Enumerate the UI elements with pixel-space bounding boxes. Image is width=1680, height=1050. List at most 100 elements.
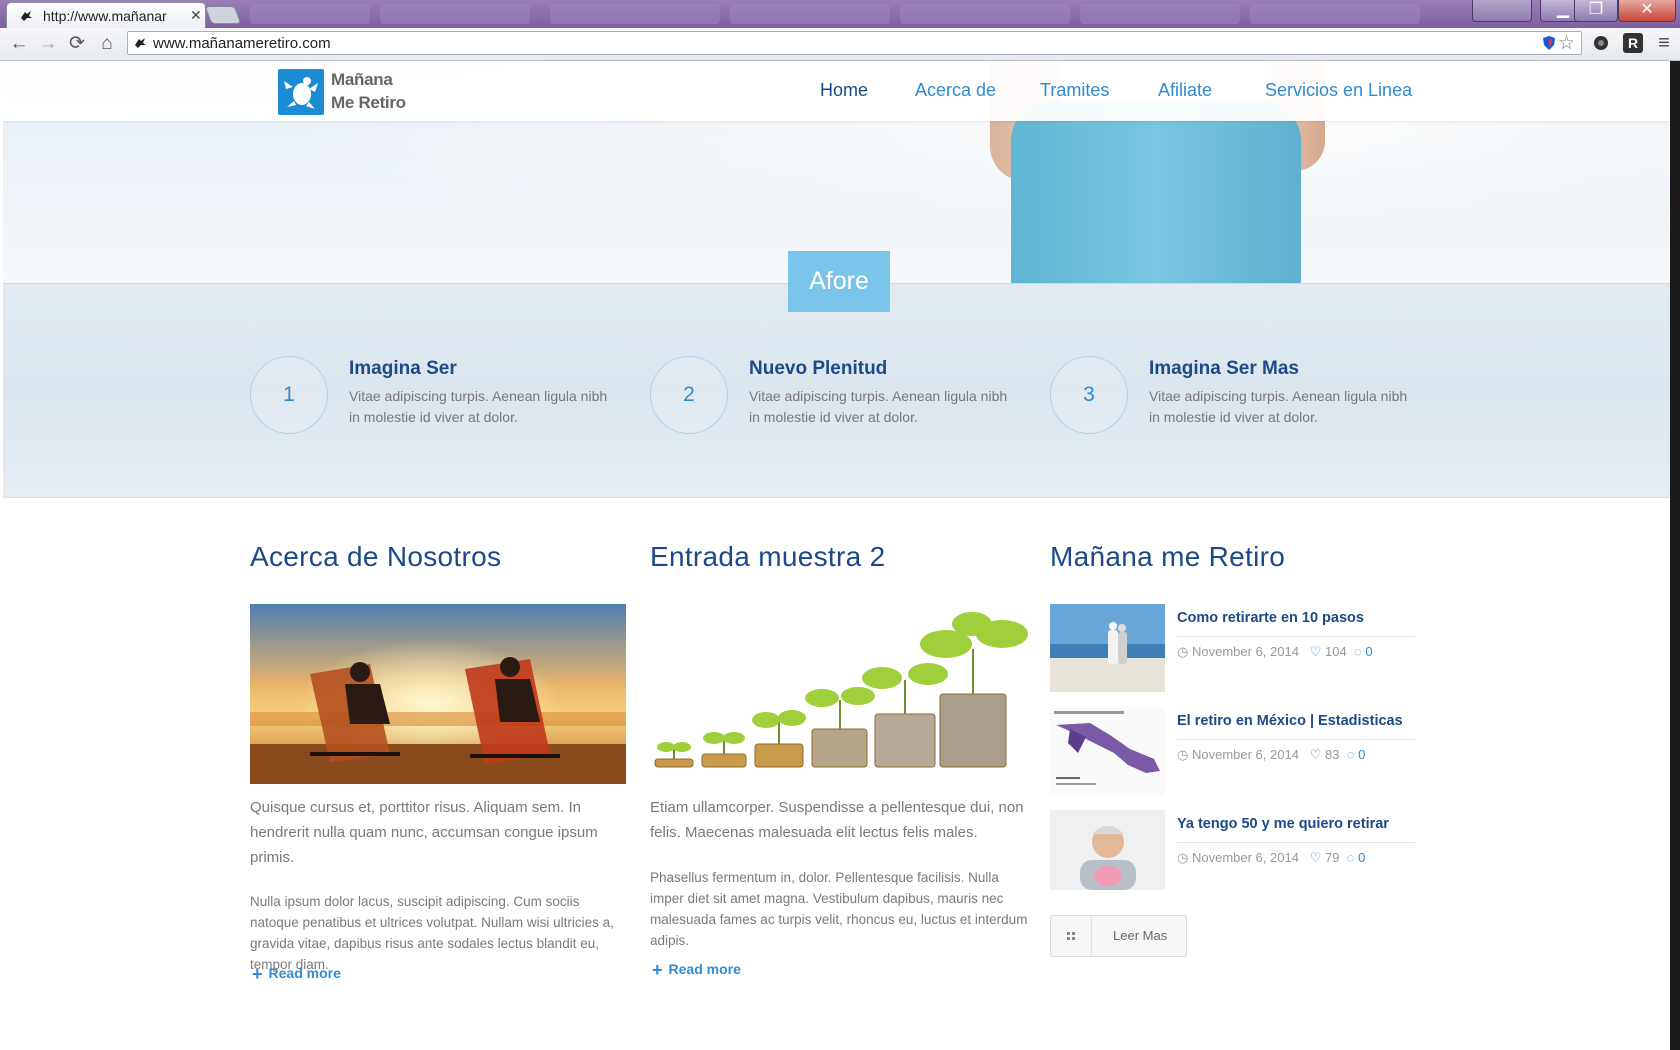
grid-icon: [1051, 916, 1092, 956]
post-meta: ◷ November 6, 2014 ♡ 83 ◌ 0: [1177, 747, 1365, 763]
about-paragraph-2: Nulla ipsum dolor lacus, suscipit adipis…: [250, 894, 614, 972]
clock-icon: ◷: [1177, 747, 1189, 762]
heart-icon[interactable]: ♡: [1310, 747, 1322, 762]
comment-count[interactable]: 0: [1358, 747, 1365, 762]
new-tab-button[interactable]: [204, 6, 242, 24]
post-date: November 6, 2014: [1191, 644, 1299, 659]
mexico-map-image: [1050, 707, 1165, 795]
post-thumbnail[interactable]: [1050, 604, 1165, 692]
coins-plants-image: [654, 612, 1028, 768]
feature-title[interactable]: Imagina Ser Mas: [1149, 358, 1299, 380]
tab-close-icon[interactable]: ✕: [190, 7, 202, 24]
post-title[interactable]: Como retirarte en 10 pasos: [1177, 610, 1364, 626]
background-tab[interactable]: [730, 4, 890, 24]
post-thumbnail[interactable]: [1050, 810, 1165, 898]
r-extension-icon[interactable]: R: [1623, 33, 1643, 53]
close-window-button[interactable]: ✕: [1618, 0, 1676, 22]
logo-text-line2[interactable]: Me Retiro: [331, 93, 406, 113]
entry-paragraph-1: Etiam ullamcorper. Suspendisse a pellent…: [650, 799, 1024, 841]
feature-title[interactable]: Nuevo Plenitud: [749, 358, 887, 380]
couple-beach-image: [1050, 604, 1165, 692]
clock-icon: ◷: [1177, 850, 1189, 865]
nav-tramites[interactable]: Tramites: [1040, 80, 1109, 101]
blog-post[interactable]: Como retirarte en 10 pasos ◷ November 6,…: [1050, 604, 1415, 694]
comment-count[interactable]: 0: [1365, 644, 1372, 659]
like-count: 79: [1325, 850, 1340, 865]
nav-servicios-en-linea[interactable]: Servicios en Linea: [1265, 80, 1412, 101]
entry-read-more-link[interactable]: + Read more: [652, 960, 741, 981]
afore-tab[interactable]: Afore: [788, 251, 890, 312]
hero-photo-person: [1011, 101, 1301, 283]
turtle-logo-icon: [284, 77, 318, 109]
beach-photo[interactable]: [250, 604, 626, 784]
background-tab[interactable]: [250, 4, 370, 24]
logo-icon[interactable]: [278, 69, 324, 115]
post-meta: ◷ November 6, 2014 ♡ 104 ◌ 0: [1177, 644, 1373, 660]
like-count: 104: [1325, 644, 1347, 659]
read-more-label: Read more: [668, 961, 741, 977]
comment-icon[interactable]: ◌: [1347, 747, 1355, 762]
post-divider: [1177, 739, 1415, 740]
browser-tab-active[interactable]: http://www.mañanar ✕: [6, 2, 206, 28]
entry-title: Entrada muestra 2: [650, 541, 886, 572]
post-title[interactable]: El retiro en México | Estadisticas: [1177, 713, 1403, 729]
leer-mas-button[interactable]: Leer Mas: [1050, 915, 1187, 957]
nav-afiliate[interactable]: Afiliate: [1158, 80, 1212, 101]
comment-icon[interactable]: ◌: [1347, 850, 1355, 865]
back-icon[interactable]: ←: [8, 33, 30, 55]
tab-title: http://www.mañanar: [43, 8, 167, 24]
blog-post[interactable]: Ya tengo 50 y me quiero retirar ◷ Novemb…: [1050, 810, 1415, 900]
extension-icon[interactable]: [1592, 34, 1610, 52]
shield-extension-icon[interactable]: [1541, 35, 1557, 51]
maximize-button[interactable]: ❐: [1574, 0, 1618, 22]
post-date: November 6, 2014: [1191, 747, 1299, 762]
nav-acerca-de[interactable]: Acerca de: [915, 80, 996, 101]
post-meta: ◷ November 6, 2014 ♡ 79 ◌ 0: [1177, 850, 1365, 866]
about-title: Acerca de Nosotros: [250, 541, 502, 572]
bookmark-star-icon[interactable]: ☆: [1558, 32, 1575, 55]
feature-text: Vitae adipiscing turpis. Aenean ligula n…: [1149, 388, 1408, 425]
background-tab[interactable]: [380, 4, 530, 24]
turtle-favicon-icon: [21, 11, 32, 21]
blog-post[interactable]: El retiro en México | Estadisticas ◷ Nov…: [1050, 707, 1415, 797]
browser-toolbar: ← → ⟳ ⌂ www.mañanameretiro.com ☆ R ≡: [0, 28, 1680, 61]
coins-plants-photo[interactable]: [650, 604, 1035, 784]
reload-icon[interactable]: ⟳: [66, 33, 88, 55]
address-bar[interactable]: www.mañanameretiro.com ☆: [127, 31, 1582, 55]
comment-count[interactable]: 0: [1358, 850, 1365, 865]
screen-edge: [1670, 61, 1680, 1050]
about-read-more-link[interactable]: + Read more: [252, 964, 341, 985]
post-thumbnail[interactable]: [1050, 707, 1165, 795]
site-header: Mañana Me Retiro Home Acerca de Tramites…: [3, 61, 1670, 121]
turtle-favicon-icon: [135, 38, 146, 48]
beach-photo-image: [250, 604, 626, 784]
features-band: 1 Imagina Ser Vitae adipiscing turpis. A…: [3, 283, 1670, 498]
comment-icon[interactable]: ◌: [1354, 644, 1362, 659]
logo-text-line1[interactable]: Mañana: [331, 70, 393, 90]
background-tab[interactable]: [550, 4, 720, 24]
feature-text: Vitae adipiscing turpis. Aenean ligula n…: [749, 388, 1008, 425]
forward-icon[interactable]: →: [37, 33, 59, 55]
background-tab[interactable]: [1250, 4, 1420, 24]
feature-title[interactable]: Imagina Ser: [349, 358, 457, 380]
post-date: November 6, 2014: [1191, 850, 1299, 865]
feature-number-circle: 2: [650, 356, 728, 434]
background-tab[interactable]: [1080, 4, 1240, 24]
like-count: 83: [1325, 747, 1340, 762]
man-piggy-bank-image: [1050, 810, 1165, 898]
plus-icon: +: [652, 960, 663, 980]
background-tab[interactable]: [900, 4, 1070, 24]
heart-icon[interactable]: ♡: [1310, 644, 1322, 659]
blog-title: Mañana me Retiro: [1050, 541, 1286, 572]
menu-icon[interactable]: ≡: [1654, 33, 1674, 53]
window-extra-button[interactable]: [1472, 0, 1532, 22]
nav-home[interactable]: Home: [820, 80, 868, 101]
leer-mas-label: Leer Mas: [1113, 928, 1168, 943]
heart-icon[interactable]: ♡: [1310, 850, 1322, 865]
home-icon[interactable]: ⌂: [96, 33, 118, 55]
feature-text: Vitae adipiscing turpis. Aenean ligula n…: [349, 388, 608, 425]
feature-number-circle: 3: [1050, 356, 1128, 434]
post-divider: [1177, 842, 1415, 843]
post-title[interactable]: Ya tengo 50 y me quiero retirar: [1177, 816, 1389, 832]
web-page: Mañana Me Retiro Home Acerca de Tramites…: [3, 61, 1670, 1050]
